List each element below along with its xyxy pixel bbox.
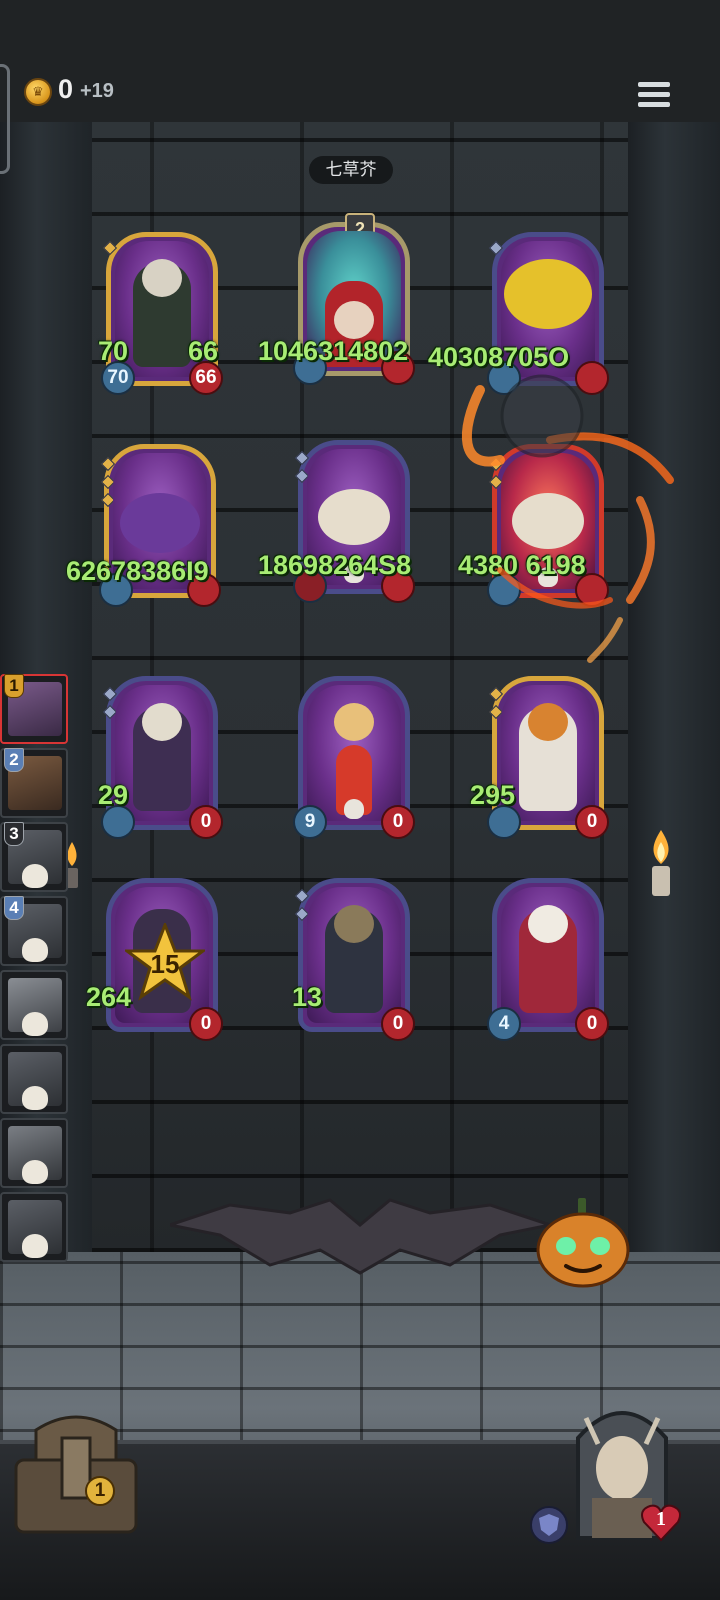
shield-icon <box>530 1506 568 1544</box>
attack-number: 70 <box>98 336 129 366</box>
skull-icon <box>22 1086 48 1110</box>
damage-number: 4380 6198 <box>458 550 586 580</box>
health-badge: 0 <box>189 805 223 839</box>
player-card-2[interactable]: 9 0 <box>293 676 415 839</box>
attack-number: 13 <box>292 982 323 1012</box>
hand-card-2[interactable]: 2 <box>0 748 68 818</box>
player-card-6[interactable]: 4 0 <box>487 878 609 1041</box>
bat-ornament <box>170 1198 550 1275</box>
hand-card-5[interactable] <box>0 970 68 1040</box>
attack-number: 29 <box>98 780 129 810</box>
hand-slot-number: 1 <box>4 674 24 698</box>
star-value: 15 <box>150 949 180 979</box>
skull-icon <box>22 1012 48 1036</box>
hand-card-1[interactable]: 1 <box>0 674 68 744</box>
left-edge-frame <box>0 64 10 174</box>
treasure-chest-icon[interactable] <box>6 1410 146 1540</box>
hand-card-3[interactable]: 3 <box>0 822 68 892</box>
health-number: 66 <box>188 336 219 366</box>
heart-count: 1 <box>656 1508 666 1530</box>
attack-badge: 9 <box>293 805 327 839</box>
skull-icon <box>22 864 48 888</box>
torch-icon <box>652 830 670 896</box>
skull-icon <box>344 799 364 819</box>
skull-icon <box>22 1160 48 1184</box>
pumpkin-icon[interactable] <box>536 1196 630 1288</box>
hand-slot-number: 4 <box>4 896 24 920</box>
chest-count: 1 <box>85 1476 115 1506</box>
attack-number: 295 <box>470 780 516 810</box>
attack-badge: 4 <box>487 1007 521 1041</box>
health-badge <box>575 361 609 395</box>
damage-number: 40308705O <box>428 342 570 372</box>
top-bar <box>0 0 720 122</box>
health-badge: 0 <box>189 1007 223 1041</box>
hamburger-menu-icon[interactable] <box>638 82 670 114</box>
skull-icon <box>22 938 48 962</box>
hand-slot-number: 3 <box>4 822 24 846</box>
health-badge: 0 <box>575 805 609 839</box>
skull-icon <box>22 1234 48 1258</box>
damage-number: 18698264S8 <box>258 550 412 580</box>
hand-card-4[interactable]: 4 <box>0 896 68 966</box>
attack-number: 264 <box>86 982 132 1012</box>
health-badge: 0 <box>381 1007 415 1041</box>
coin-count: 0 <box>58 74 74 104</box>
health-badge: 0 <box>575 1007 609 1041</box>
hand-card-7[interactable] <box>0 1118 68 1188</box>
hand-slot-number: 2 <box>4 748 24 772</box>
enemy-name-tag: 七草芥 <box>309 156 393 184</box>
hand-card-6[interactable] <box>0 1044 68 1114</box>
coin-bonus: +19 <box>80 80 114 102</box>
damage-number: 62678386I9 <box>66 556 209 586</box>
hand-card-8[interactable] <box>0 1192 68 1262</box>
damage-number: 1046314802 <box>258 336 409 366</box>
crown-coin-icon: ♛ <box>24 78 52 106</box>
health-badge: 0 <box>381 805 415 839</box>
right-pillar <box>628 122 720 1252</box>
